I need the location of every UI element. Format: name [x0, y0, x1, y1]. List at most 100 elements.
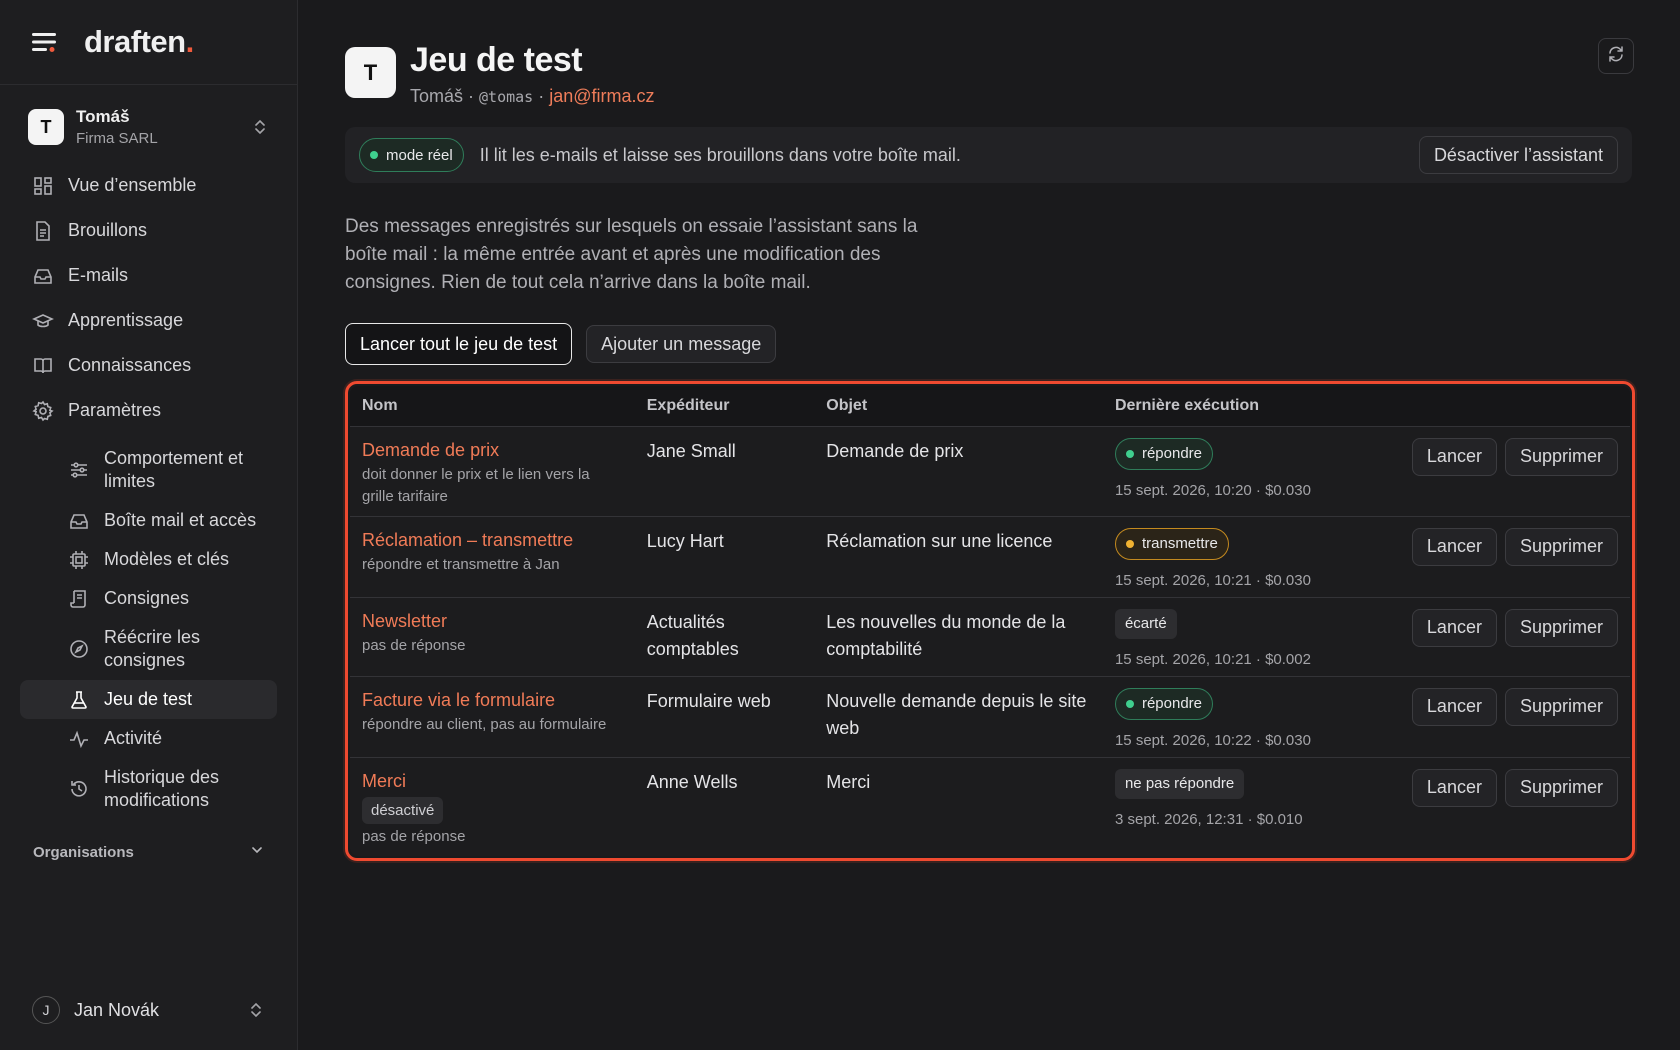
sender: Actualités comptables	[646, 611, 739, 659]
inbox-icon	[32, 265, 54, 287]
delete-button[interactable]: Supprimer	[1504, 608, 1618, 647]
page-description: Des messages enregistrés sur lesquels on…	[345, 216, 918, 293]
subnav-item-rewrite[interactable]: Réécrire les consignes	[20, 618, 277, 680]
column-header-name[interactable]: Nom	[350, 386, 635, 427]
column-header-sender[interactable]: Expéditeur	[634, 386, 815, 427]
sliders-icon	[68, 459, 90, 481]
table-row: Demande de prix doit donner le prix et le…	[350, 426, 1630, 517]
delete-button[interactable]: Supprimer	[1504, 768, 1618, 807]
table-row: Facture via le formulaire répondre au cli…	[350, 676, 1630, 758]
meta-name: Tomáš ·	[410, 86, 480, 106]
inbox-icon	[68, 510, 90, 532]
sender: Formulaire web	[646, 690, 771, 711]
account-org: Firma SARL	[76, 130, 158, 147]
app-window: draften. T Tomáš Firma SARL Vue d’ensemb…	[0, 0, 1680, 1050]
last-run-info: 15 sept. 2026, 10:21 · $0.002	[1114, 650, 1311, 668]
nav-item-overview[interactable]: Vue d’ensemble	[20, 163, 277, 208]
user-menu[interactable]: J Jan Novák	[32, 996, 265, 1024]
user-avatar: J	[32, 996, 60, 1024]
subnav-label: Réécrire les consignes	[104, 627, 201, 670]
graduation-cap-icon	[32, 310, 54, 332]
delete-button[interactable]: Supprimer	[1504, 437, 1618, 476]
last-run-info: 3 sept. 2026, 12:31 · $0.010	[1114, 810, 1303, 828]
run-button[interactable]: Lancer	[1411, 608, 1497, 647]
chevron-updown-icon	[251, 118, 269, 136]
meta-email-link[interactable]: jan@firma.cz	[549, 86, 654, 106]
meta-handle: @tomas	[479, 88, 534, 106]
status-badge: répondre	[1114, 437, 1214, 470]
mode-label: mode réel	[386, 146, 453, 164]
nav-item-learning[interactable]: Apprentissage	[20, 298, 277, 343]
status-label: répondre	[1141, 695, 1203, 712]
status-badge: transmettre	[1114, 527, 1229, 560]
menu-icon[interactable]	[32, 28, 60, 56]
nav-label: Vue d’ensemble	[68, 175, 197, 195]
status-badge: écarté	[1114, 608, 1177, 639]
run-button[interactable]: Lancer	[1411, 437, 1497, 476]
column-header-subject[interactable]: Objet	[814, 386, 1103, 427]
subject: Nouvelle demande depuis le site web	[826, 690, 1087, 738]
last-run-info: 15 sept. 2026, 10:22 · $0.030	[1114, 731, 1311, 749]
delete-button[interactable]: Supprimer	[1504, 687, 1618, 726]
subnav-item-history[interactable]: Historique des modifications	[20, 758, 277, 820]
status-dot	[1125, 539, 1134, 548]
nav-label: Paramètres	[68, 400, 162, 420]
refresh-button[interactable]	[1598, 38, 1634, 74]
subnav-label: Activité	[104, 728, 163, 748]
test-name-link[interactable]: Newsletter	[362, 609, 623, 633]
subnav-item-activity[interactable]: Activité	[20, 719, 277, 758]
gear-icon	[32, 400, 54, 422]
test-name-link[interactable]: Réclamation – transmettre	[362, 528, 623, 552]
subnav-label: Historique des modifications	[104, 767, 220, 810]
nav-label: Connaissances	[68, 355, 192, 375]
brand-logo: draften.	[84, 24, 194, 59]
subnav-item-behaviour[interactable]: Comportement et limites	[20, 439, 277, 501]
status-dot	[1125, 449, 1134, 458]
sidebar: draften. T Tomáš Firma SARL Vue d’ensemb…	[0, 0, 298, 1050]
book-icon	[32, 355, 54, 377]
subnav-label: Comportement et limites	[104, 448, 244, 491]
test-name-link[interactable]: Merci	[362, 769, 623, 793]
account-switcher[interactable]: T Tomáš Firma SARL	[0, 85, 297, 163]
test-name-link[interactable]: Demande de prix	[362, 438, 623, 462]
banner-text: Il lit les e-mails et laisse ses brouill…	[479, 144, 961, 165]
run-button[interactable]: Lancer	[1411, 768, 1497, 807]
last-run-info: 15 sept. 2026, 10:21 · $0.030	[1114, 571, 1311, 589]
delete-button[interactable]: Supprimer	[1504, 527, 1618, 566]
subnav-item-test-set[interactable]: Jeu de test	[20, 680, 277, 719]
main-nav: Vue d’ensemble Brouillons E-mails Appren…	[0, 163, 297, 820]
subnav-item-instructions[interactable]: Consignes	[20, 579, 277, 618]
run-button[interactable]: Lancer	[1411, 687, 1497, 726]
test-set-table-highlight: Nom Expéditeur Objet Dernière exécution …	[345, 381, 1635, 861]
flask-icon	[68, 689, 90, 711]
mode-badge: mode réel	[359, 138, 464, 172]
table-row: Réclamation – transmettre répondre et tra…	[350, 516, 1630, 598]
add-message-button[interactable]: Ajouter un message	[586, 325, 777, 363]
subnav-item-mailbox[interactable]: Boîte mail et accès	[20, 501, 277, 540]
sender: Jane Small	[646, 440, 736, 461]
page-meta: Tomáš · @tomas · jan@firma.cz	[410, 86, 655, 107]
subject: Les nouvelles du monde de la comptabilit…	[826, 611, 1066, 659]
test-name-link[interactable]: Facture via le formulaire	[362, 688, 623, 712]
nav-item-settings[interactable]: Paramètres	[20, 388, 277, 433]
disable-assistant-button[interactable]: Désactiver l’assistant	[1418, 136, 1618, 174]
subnav-label: Modèles et clés	[104, 549, 230, 569]
nav-item-emails[interactable]: E-mails	[20, 253, 277, 298]
run-button[interactable]: Lancer	[1411, 527, 1497, 566]
meta-sep: ·	[533, 86, 550, 106]
nav-item-drafts[interactable]: Brouillons	[20, 208, 277, 253]
main-content: T Jeu de test Tomáš · @tomas · jan@firma…	[298, 0, 1680, 1050]
brand-header: draften.	[0, 0, 297, 85]
organisations-toggle[interactable]: Organisations	[0, 842, 297, 862]
subject: Réclamation sur une licence	[826, 530, 1053, 551]
nav-item-knowledge[interactable]: Connaissances	[20, 343, 277, 388]
subnav-item-models[interactable]: Modèles et clés	[20, 540, 277, 579]
subnav-label: Boîte mail et accès	[104, 510, 257, 530]
run-all-button[interactable]: Lancer tout le jeu de test	[345, 323, 573, 365]
nav-label: Apprentissage	[68, 310, 184, 330]
nav-label: Brouillons	[68, 220, 148, 240]
status-label: écarté	[1124, 615, 1167, 632]
account-name: Tomáš	[76, 107, 130, 126]
column-header-last-run[interactable]: Dernière exécution	[1102, 386, 1392, 427]
chevron-down-icon	[249, 842, 265, 862]
